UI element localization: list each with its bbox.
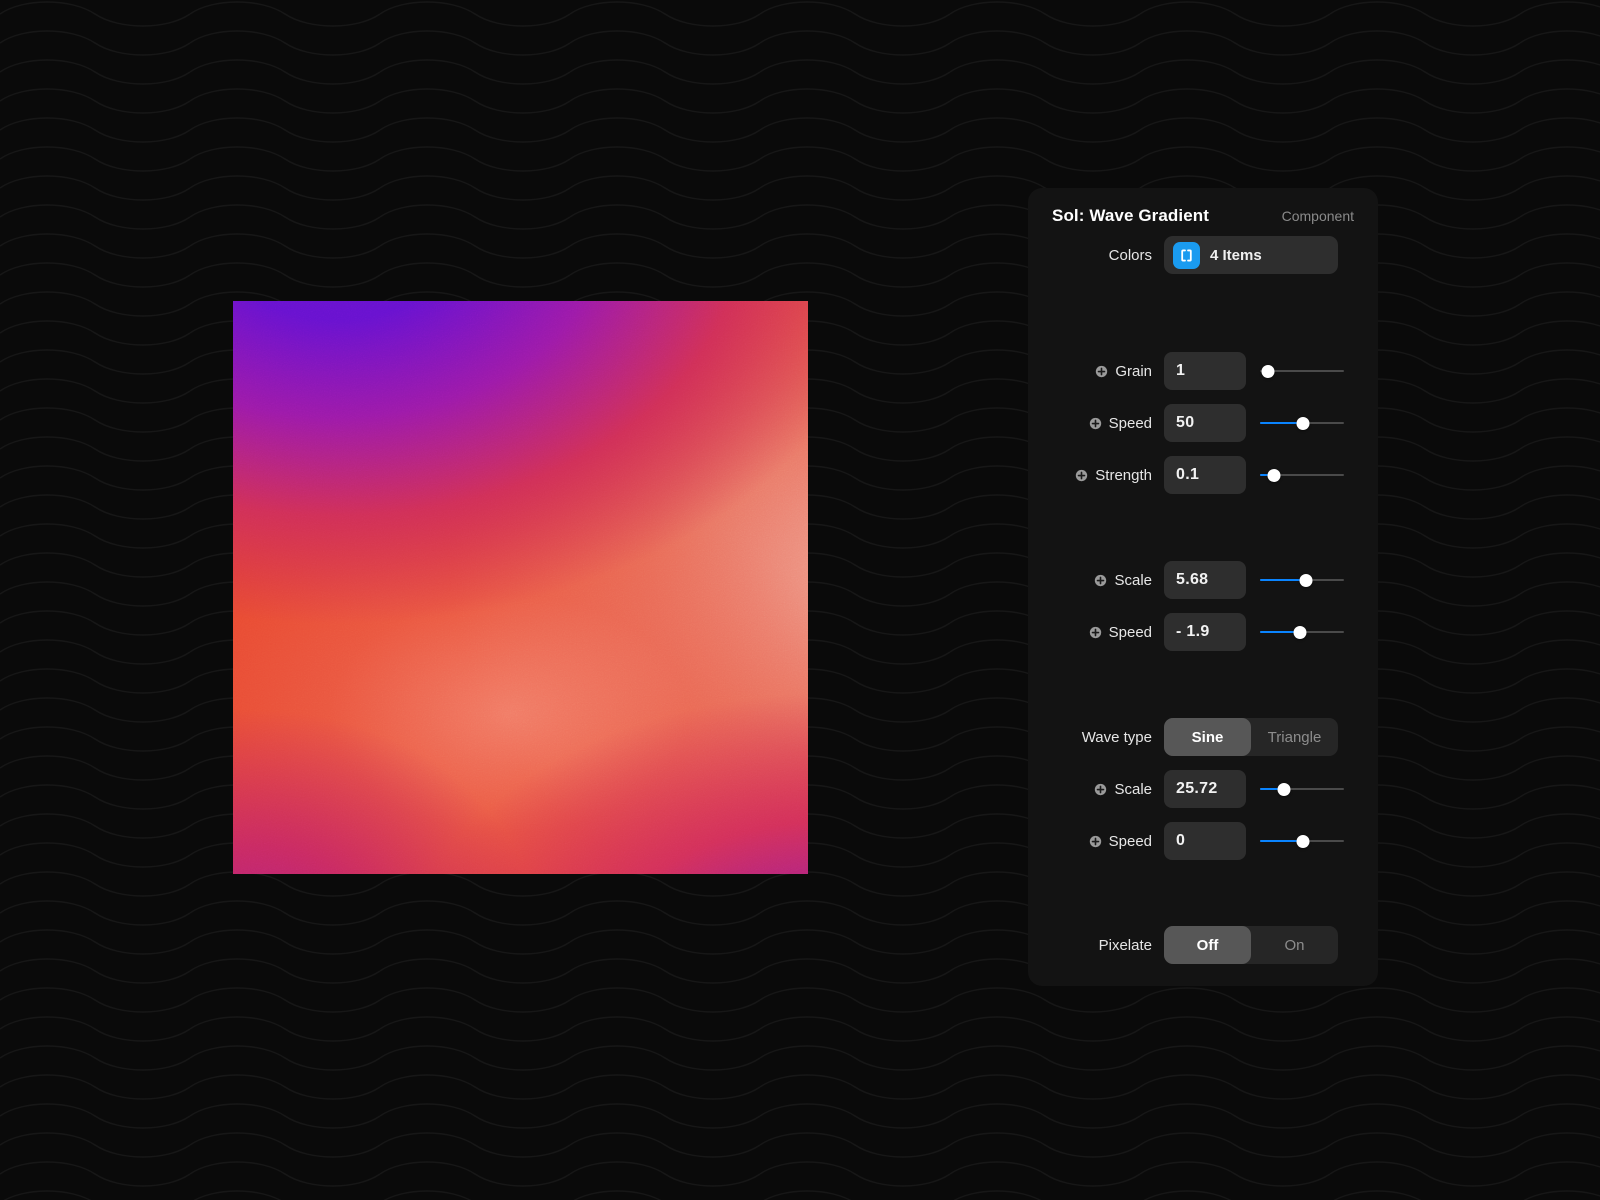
wave-type-scale-row-label: Scale xyxy=(1028,781,1164,798)
wave-speed-slider[interactable] xyxy=(1260,620,1344,644)
plus-circle-icon[interactable] xyxy=(1089,626,1102,639)
plus-circle-icon[interactable] xyxy=(1089,835,1102,848)
grain-value-field[interactable]: 1 xyxy=(1164,352,1246,390)
wave-type-option-triangle[interactable]: Triangle xyxy=(1251,718,1338,756)
wave-type-speed-slider-thumb[interactable] xyxy=(1296,835,1309,848)
plus-circle-icon[interactable] xyxy=(1094,574,1107,587)
strength-row-label: Strength xyxy=(1028,467,1164,484)
wave-type-segmented-control[interactable]: Sine Triangle xyxy=(1164,718,1338,756)
colors-array-button[interactable]: 4 Items xyxy=(1164,236,1338,274)
wave-scale-label-text: Scale xyxy=(1114,572,1152,589)
plus-circle-icon[interactable] xyxy=(1094,783,1107,796)
component-kind-label: Component xyxy=(1282,208,1354,224)
strength-row: Strength 0.1 xyxy=(1028,456,1378,494)
wave-scale-row: Scale 5.68 xyxy=(1028,561,1378,599)
wave-scale-slider-thumb[interactable] xyxy=(1300,574,1313,587)
colors-count-label: 4 Items xyxy=(1210,247,1262,264)
grain-speed-slider-thumb[interactable] xyxy=(1296,417,1309,430)
wave-type-scale-slider[interactable] xyxy=(1260,777,1344,801)
wave-type-option-sine[interactable]: Sine xyxy=(1164,718,1251,756)
panel-header: Sol: Wave Gradient Component xyxy=(1052,206,1354,226)
colors-label: Colors xyxy=(1028,247,1164,264)
pixelate-option-on[interactable]: On xyxy=(1251,926,1338,964)
grain-row: Grain 1 xyxy=(1028,352,1378,390)
wave-scale-row-label: Scale xyxy=(1028,572,1164,589)
strength-slider[interactable] xyxy=(1260,463,1344,487)
strength-value-field[interactable]: 0.1 xyxy=(1164,456,1246,494)
page-title: Sol: Wave Gradient xyxy=(1052,206,1209,226)
wave-scale-slider[interactable] xyxy=(1260,568,1344,592)
wave-speed-row: Speed - 1.9 xyxy=(1028,613,1378,651)
wave-type-speed-value-field[interactable]: 0 xyxy=(1164,822,1246,860)
pixelate-label: Pixelate xyxy=(1028,937,1164,954)
grain-speed-row: Speed 50 xyxy=(1028,404,1378,442)
grain-speed-value-field[interactable]: 50 xyxy=(1164,404,1246,442)
wave-type-scale-value-field[interactable]: 25.72 xyxy=(1164,770,1246,808)
wave-type-scale-row: Scale 25.72 xyxy=(1028,770,1378,808)
array-brackets-icon xyxy=(1173,242,1200,269)
wave-type-row: Wave type Sine Triangle xyxy=(1028,718,1378,756)
grain-speed-label-text: Speed xyxy=(1109,415,1152,432)
colors-row: Colors 4 Items xyxy=(1028,236,1378,274)
pixelate-segmented-control[interactable]: Off On xyxy=(1164,926,1338,964)
wave-type-speed-row-label: Speed xyxy=(1028,833,1164,850)
wave-speed-label-text: Speed xyxy=(1109,624,1152,641)
wave-type-scale-label-text: Scale xyxy=(1114,781,1152,798)
wave-type-label: Wave type xyxy=(1028,729,1164,746)
wave-speed-row-label: Speed xyxy=(1028,624,1164,641)
wave-gradient-preview[interactable] xyxy=(233,301,808,874)
grain-speed-row-label: Speed xyxy=(1028,415,1164,432)
pixelate-row: Pixelate Off On xyxy=(1028,926,1378,964)
wave-speed-slider-thumb[interactable] xyxy=(1294,626,1307,639)
wave-type-speed-slider[interactable] xyxy=(1260,829,1344,853)
plus-circle-icon[interactable] xyxy=(1075,469,1088,482)
wave-scale-value-field[interactable]: 5.68 xyxy=(1164,561,1246,599)
grain-label-text: Grain xyxy=(1115,363,1152,380)
pixelate-option-off[interactable]: Off xyxy=(1164,926,1251,964)
grain-speed-slider[interactable] xyxy=(1260,411,1344,435)
plus-circle-icon[interactable] xyxy=(1089,417,1102,430)
wave-type-speed-row: Speed 0 xyxy=(1028,822,1378,860)
grain-row-label: Grain xyxy=(1028,363,1164,380)
wave-type-speed-label-text: Speed xyxy=(1109,833,1152,850)
strength-label-text: Strength xyxy=(1095,467,1152,484)
grain-slider-thumb[interactable] xyxy=(1262,365,1275,378)
wave-speed-value-field[interactable]: - 1.9 xyxy=(1164,613,1246,651)
strength-slider-thumb[interactable] xyxy=(1268,469,1281,482)
wave-type-scale-slider-thumb[interactable] xyxy=(1278,783,1291,796)
plus-circle-icon[interactable] xyxy=(1095,365,1108,378)
inspector-panel: Sol: Wave Gradient Component Colors 4 It… xyxy=(1028,188,1378,986)
grain-noise-overlay xyxy=(233,301,808,874)
grain-slider[interactable] xyxy=(1260,359,1344,383)
